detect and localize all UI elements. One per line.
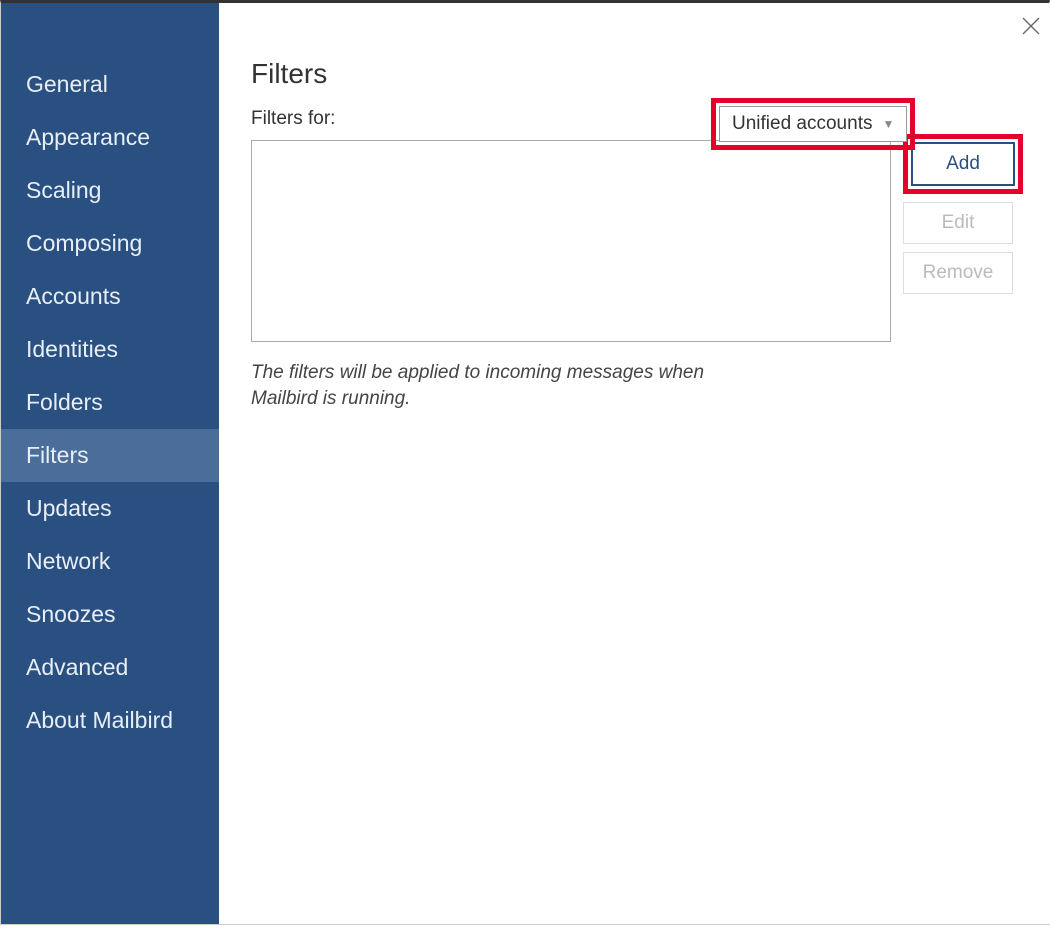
- sidebar-item-advanced[interactable]: Advanced: [1, 641, 219, 694]
- highlight-add-button: Add: [903, 134, 1023, 194]
- sidebar-item-composing[interactable]: Composing: [1, 217, 219, 270]
- sidebar-item-updates[interactable]: Updates: [1, 482, 219, 535]
- sidebar-item-general[interactable]: General: [1, 58, 219, 111]
- sidebar-item-snoozes[interactable]: Snoozes: [1, 588, 219, 641]
- sidebar-item-accounts[interactable]: Accounts: [1, 270, 219, 323]
- help-text: The filters will be applied to incoming …: [251, 360, 771, 411]
- settings-sidebar: General Appearance Scaling Composing Acc…: [1, 3, 219, 924]
- edit-button: Edit: [903, 202, 1013, 244]
- settings-window: General Appearance Scaling Composing Acc…: [0, 0, 1050, 925]
- account-dropdown[interactable]: Unified accounts ▼: [719, 106, 907, 142]
- sidebar-item-folders[interactable]: Folders: [1, 376, 219, 429]
- sidebar-item-network[interactable]: Network: [1, 535, 219, 588]
- filters-for-label: Filters for:: [251, 108, 335, 130]
- highlight-account-dropdown: Unified accounts ▼: [711, 98, 915, 150]
- sidebar-item-appearance[interactable]: Appearance: [1, 111, 219, 164]
- sidebar-item-identities[interactable]: Identities: [1, 323, 219, 376]
- account-dropdown-value: Unified accounts: [732, 113, 872, 135]
- sidebar-item-filters[interactable]: Filters: [1, 429, 219, 482]
- page-title: Filters: [251, 58, 1028, 90]
- filter-buttons-column: Add Edit Remove: [903, 134, 1028, 294]
- remove-button: Remove: [903, 252, 1013, 294]
- sidebar-item-scaling[interactable]: Scaling: [1, 164, 219, 217]
- close-button[interactable]: [1022, 17, 1040, 40]
- sidebar-item-about[interactable]: About Mailbird: [1, 694, 219, 747]
- add-button[interactable]: Add: [911, 142, 1015, 186]
- filters-content-row: Add Edit Remove: [251, 140, 1028, 342]
- chevron-down-icon: ▼: [882, 117, 894, 131]
- main-panel: Filters Filters for: Unified accounts ▼ …: [219, 3, 1050, 924]
- filters-for-row: Filters for: Unified accounts ▼: [251, 108, 1028, 130]
- close-icon: [1022, 17, 1040, 35]
- filter-list[interactable]: [251, 140, 891, 342]
